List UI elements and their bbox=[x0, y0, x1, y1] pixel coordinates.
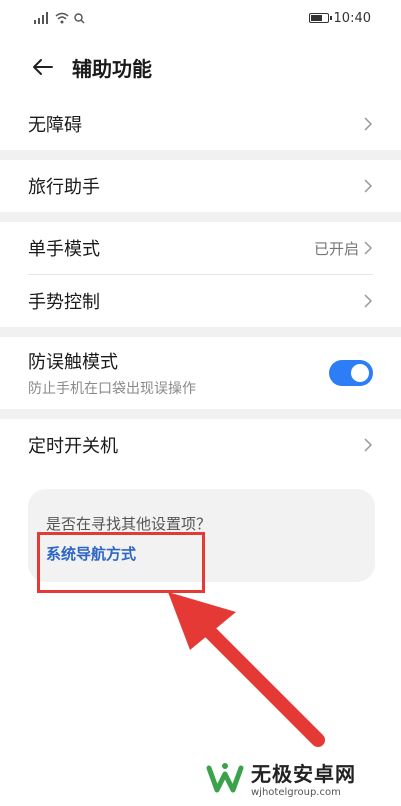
settings-item-travel[interactable]: 旅行助手 bbox=[0, 160, 401, 212]
settings-item-timer[interactable]: 定时开关机 bbox=[0, 419, 401, 471]
search-icon bbox=[74, 12, 85, 23]
chevron-right-icon bbox=[364, 241, 373, 255]
settings-item-accessibility[interactable]: 无障碍 bbox=[0, 98, 401, 150]
settings-item-label: 手势控制 bbox=[28, 292, 100, 313]
section-gap bbox=[0, 327, 401, 337]
watermark: 无极安卓网 wjhotelgroup.com bbox=[205, 754, 395, 802]
toggle-knob bbox=[351, 364, 369, 382]
chevron-right-icon bbox=[364, 438, 373, 452]
signal-icon bbox=[34, 12, 48, 24]
status-bar: 10:40 bbox=[0, 0, 401, 36]
status-icons-left bbox=[34, 12, 85, 24]
settings-item-one-hand[interactable]: 单手模式 已开启 bbox=[0, 222, 401, 274]
chevron-right-icon bbox=[364, 117, 373, 131]
section-gap bbox=[0, 150, 401, 160]
header: 辅助功能 bbox=[0, 36, 401, 98]
settings-item-gesture[interactable]: 手势控制 bbox=[0, 275, 401, 327]
page-title: 辅助功能 bbox=[72, 56, 152, 81]
settings-item-label: 旅行助手 bbox=[28, 177, 100, 198]
back-arrow-icon bbox=[33, 59, 53, 75]
chevron-right-icon bbox=[364, 294, 373, 308]
settings-item-label: 定时开关机 bbox=[28, 436, 118, 457]
annotation-highlight-box bbox=[37, 532, 205, 593]
watermark-name: 无极安卓网 bbox=[251, 762, 356, 786]
wifi-icon bbox=[55, 12, 69, 24]
settings-item-label: 防误触模式 bbox=[28, 352, 118, 373]
settings-item-label: 单手模式 bbox=[28, 239, 100, 260]
section-gap bbox=[0, 212, 401, 222]
settings-item-description: 防止手机在口袋出现误操作 bbox=[28, 381, 196, 397]
chevron-right-icon bbox=[364, 179, 373, 193]
suggestion-question: 是否在寻找其他设置项？ bbox=[46, 515, 212, 533]
status-icons-right: 10:40 bbox=[308, 10, 371, 26]
section-gap bbox=[0, 409, 401, 419]
battery-icon bbox=[308, 13, 332, 23]
settings-item-value: 已开启 bbox=[313, 239, 359, 258]
status-time: 10:40 bbox=[333, 10, 371, 26]
watermark-url: wjhotelgroup.com bbox=[251, 787, 341, 798]
watermark-logo-icon bbox=[206, 763, 244, 793]
settings-item-label: 无障碍 bbox=[28, 115, 82, 136]
mistouch-toggle[interactable] bbox=[329, 360, 373, 386]
settings-item-mistouch[interactable]: 防误触模式 防止手机在口袋出现误操作 bbox=[0, 337, 401, 409]
back-button[interactable] bbox=[22, 47, 62, 87]
